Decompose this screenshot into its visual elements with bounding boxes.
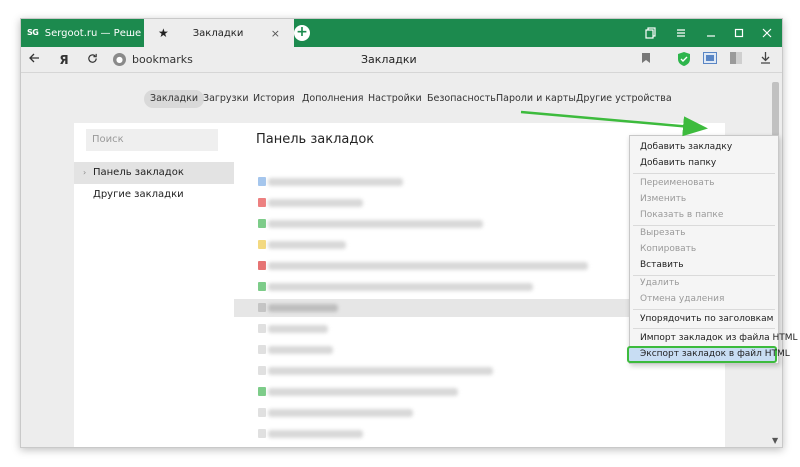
annotation-arrow xyxy=(520,110,708,137)
